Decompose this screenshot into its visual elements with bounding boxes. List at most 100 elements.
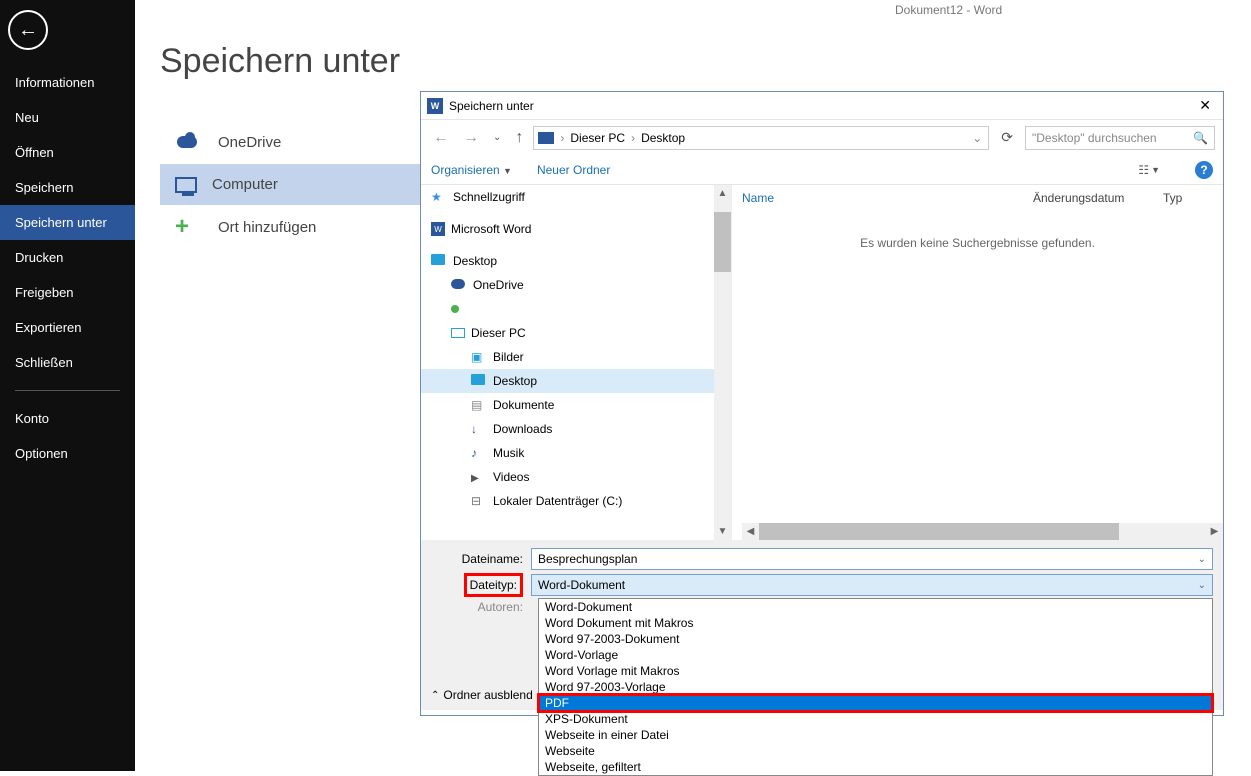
breadcrumb-sep: › xyxy=(629,131,637,145)
scrollbar-track[interactable] xyxy=(759,523,1206,540)
search-input[interactable]: "Desktop" durchsuchen 🔍 xyxy=(1025,126,1215,150)
filetype-dropdown[interactable]: Word-Dokument Word Dokument mit Makros W… xyxy=(538,598,1213,776)
tree-musik[interactable]: Musik xyxy=(421,441,731,465)
horizontal-scrollbar[interactable]: ◀ ▶ xyxy=(742,523,1223,540)
sidebar-item-neu[interactable]: Neu xyxy=(0,100,135,135)
nav-forward-icon[interactable]: → xyxy=(459,127,483,149)
close-icon[interactable]: ✕ xyxy=(1193,97,1217,114)
tree-scrollbar[interactable]: ▲ ▼ xyxy=(714,185,731,540)
user-icon xyxy=(451,302,467,316)
new-folder-button[interactable]: Neuer Ordner xyxy=(537,163,610,177)
help-icon[interactable]: ? xyxy=(1195,161,1213,179)
tree-dieserpc[interactable]: Dieser PC xyxy=(421,321,731,345)
nav-recent-icon[interactable]: ⌄ xyxy=(489,130,505,145)
search-icon[interactable]: 🔍 xyxy=(1193,131,1208,145)
cloud-icon xyxy=(451,278,467,292)
authors-label: Autoren: xyxy=(431,600,531,614)
sidebar-item-oeffnen[interactable]: Öffnen xyxy=(0,135,135,170)
refresh-icon[interactable]: ⟳ xyxy=(995,129,1019,146)
chevron-down-icon[interactable]: ⌄ xyxy=(970,131,984,145)
tree-user[interactable] xyxy=(421,297,731,321)
scroll-up-icon[interactable]: ▲ xyxy=(714,185,731,202)
sidebar-item-exportieren[interactable]: Exportieren xyxy=(0,310,135,345)
filetype-option[interactable]: Word-Dokument xyxy=(539,599,1212,615)
location-label: OneDrive xyxy=(218,134,281,151)
sidebar-item-schliessen[interactable]: Schließen xyxy=(0,345,135,380)
col-name[interactable]: Name xyxy=(742,191,1033,205)
location-list: OneDrive Computer + Ort hinzufügen xyxy=(160,120,420,249)
tree-bilder[interactable]: Bilder xyxy=(421,345,731,369)
dialog-titlebar: W Speichern unter ✕ xyxy=(421,92,1223,120)
filename-input[interactable]: Besprechungsplan ⌄ xyxy=(531,548,1213,570)
filetype-option[interactable]: Webseite in einer Datei xyxy=(539,727,1212,743)
video-icon xyxy=(471,470,487,484)
filetype-option[interactable]: Word-Vorlage xyxy=(539,647,1212,663)
images-icon xyxy=(471,350,487,364)
location-add[interactable]: + Ort hinzufügen xyxy=(160,205,420,249)
documents-icon xyxy=(471,398,487,412)
hide-folders-button[interactable]: ⌃ Ordner ausblend xyxy=(431,688,533,702)
filetype-option[interactable]: Webseite xyxy=(539,743,1212,759)
filetype-option[interactable]: XPS-Dokument xyxy=(539,711,1212,727)
breadcrumb-item[interactable]: Dieser PC xyxy=(570,131,625,145)
sidebar-item-drucken[interactable]: Drucken xyxy=(0,240,135,275)
filetype-option[interactable]: Word Dokument mit Makros xyxy=(539,615,1212,631)
organize-button[interactable]: Organisieren ▼ xyxy=(431,163,512,177)
breadcrumb-item[interactable]: Desktop xyxy=(641,131,685,145)
tree-localdisk[interactable]: Lokaler Datenträger (C:) xyxy=(421,489,731,513)
sidebar-item-freigeben[interactable]: Freigeben xyxy=(0,275,135,310)
scroll-left-icon[interactable]: ◀ xyxy=(742,523,759,540)
pc-icon xyxy=(538,132,554,144)
col-type[interactable]: Typ xyxy=(1163,191,1213,205)
location-onedrive[interactable]: OneDrive xyxy=(160,120,420,164)
filetype-option[interactable]: Word 97-2003-Dokument xyxy=(539,631,1212,647)
sidebar-divider xyxy=(15,390,120,391)
filetype-option[interactable]: Word Vorlage mit Makros xyxy=(539,663,1212,679)
sidebar-item-optionen[interactable]: Optionen xyxy=(0,436,135,471)
tree-downloads[interactable]: Downloads xyxy=(421,417,731,441)
tree-dokumente[interactable]: Dokumente xyxy=(421,393,731,417)
page-heading: Speichern unter xyxy=(160,42,400,81)
file-list-pane: Name Änderungsdatum Typ Es wurden keine … xyxy=(731,185,1223,540)
filetype-option[interactable]: Webseite, gefiltert xyxy=(539,759,1212,775)
sidebar-item-speichern-unter[interactable]: Speichern unter xyxy=(0,205,135,240)
dialog-body: Schnellzugriff WMicrosoft Word Desktop O… xyxy=(421,185,1223,540)
back-button[interactable] xyxy=(8,10,48,50)
scrollbar-thumb[interactable] xyxy=(714,212,731,272)
view-options-button[interactable]: ☷ ▼ xyxy=(1138,163,1160,177)
sidebar-item-speichern[interactable]: Speichern xyxy=(0,170,135,205)
chevron-down-icon[interactable]: ⌄ xyxy=(1198,580,1206,591)
scrollbar-thumb[interactable] xyxy=(759,523,1119,540)
location-computer[interactable]: Computer xyxy=(160,164,420,205)
filename-label: Dateiname: xyxy=(431,552,531,566)
tree-desktop[interactable]: Desktop xyxy=(421,249,731,273)
sidebar-item-informationen[interactable]: Informationen xyxy=(0,65,135,100)
nav-back-icon[interactable]: ← xyxy=(429,127,453,149)
filetype-option[interactable]: Word 97-2003-Vorlage xyxy=(539,679,1212,695)
dialog-form: Dateiname: Besprechungsplan ⌄ Dateityp: … xyxy=(421,540,1223,710)
scroll-down-icon[interactable]: ▼ xyxy=(714,523,731,540)
disk-icon xyxy=(471,494,487,508)
location-label: Computer xyxy=(212,176,278,193)
filetype-select[interactable]: Word-Dokument ⌄ xyxy=(531,574,1213,596)
tree-msword[interactable]: WMicrosoft Word xyxy=(421,217,731,241)
plus-icon: + xyxy=(175,217,203,237)
no-results-text: Es wurden keine Suchergebnisse gefunden. xyxy=(732,236,1223,250)
tree-videos[interactable]: Videos xyxy=(421,465,731,489)
tree-onedrive[interactable]: OneDrive xyxy=(421,273,731,297)
chevron-down-icon[interactable]: ⌄ xyxy=(1198,554,1206,565)
sidebar-item-konto[interactable]: Konto xyxy=(0,401,135,436)
nav-up-icon[interactable]: ↑ xyxy=(511,127,527,149)
word-icon: W xyxy=(427,98,443,114)
scroll-right-icon[interactable]: ▶ xyxy=(1206,523,1223,540)
tree-desktop2[interactable]: Desktop xyxy=(421,369,731,393)
filename-value: Besprechungsplan xyxy=(538,552,637,566)
breadcrumb[interactable]: › Dieser PC › Desktop ⌄ xyxy=(533,126,989,150)
folder-icon xyxy=(471,374,487,388)
app-title: Dokument12 - Word xyxy=(895,3,1002,17)
music-icon xyxy=(471,446,487,460)
filetype-option-pdf[interactable]: PDF xyxy=(539,695,1212,711)
tree-schnellzugriff[interactable]: Schnellzugriff xyxy=(421,185,731,209)
col-date[interactable]: Änderungsdatum xyxy=(1033,191,1163,205)
computer-icon xyxy=(175,177,197,193)
